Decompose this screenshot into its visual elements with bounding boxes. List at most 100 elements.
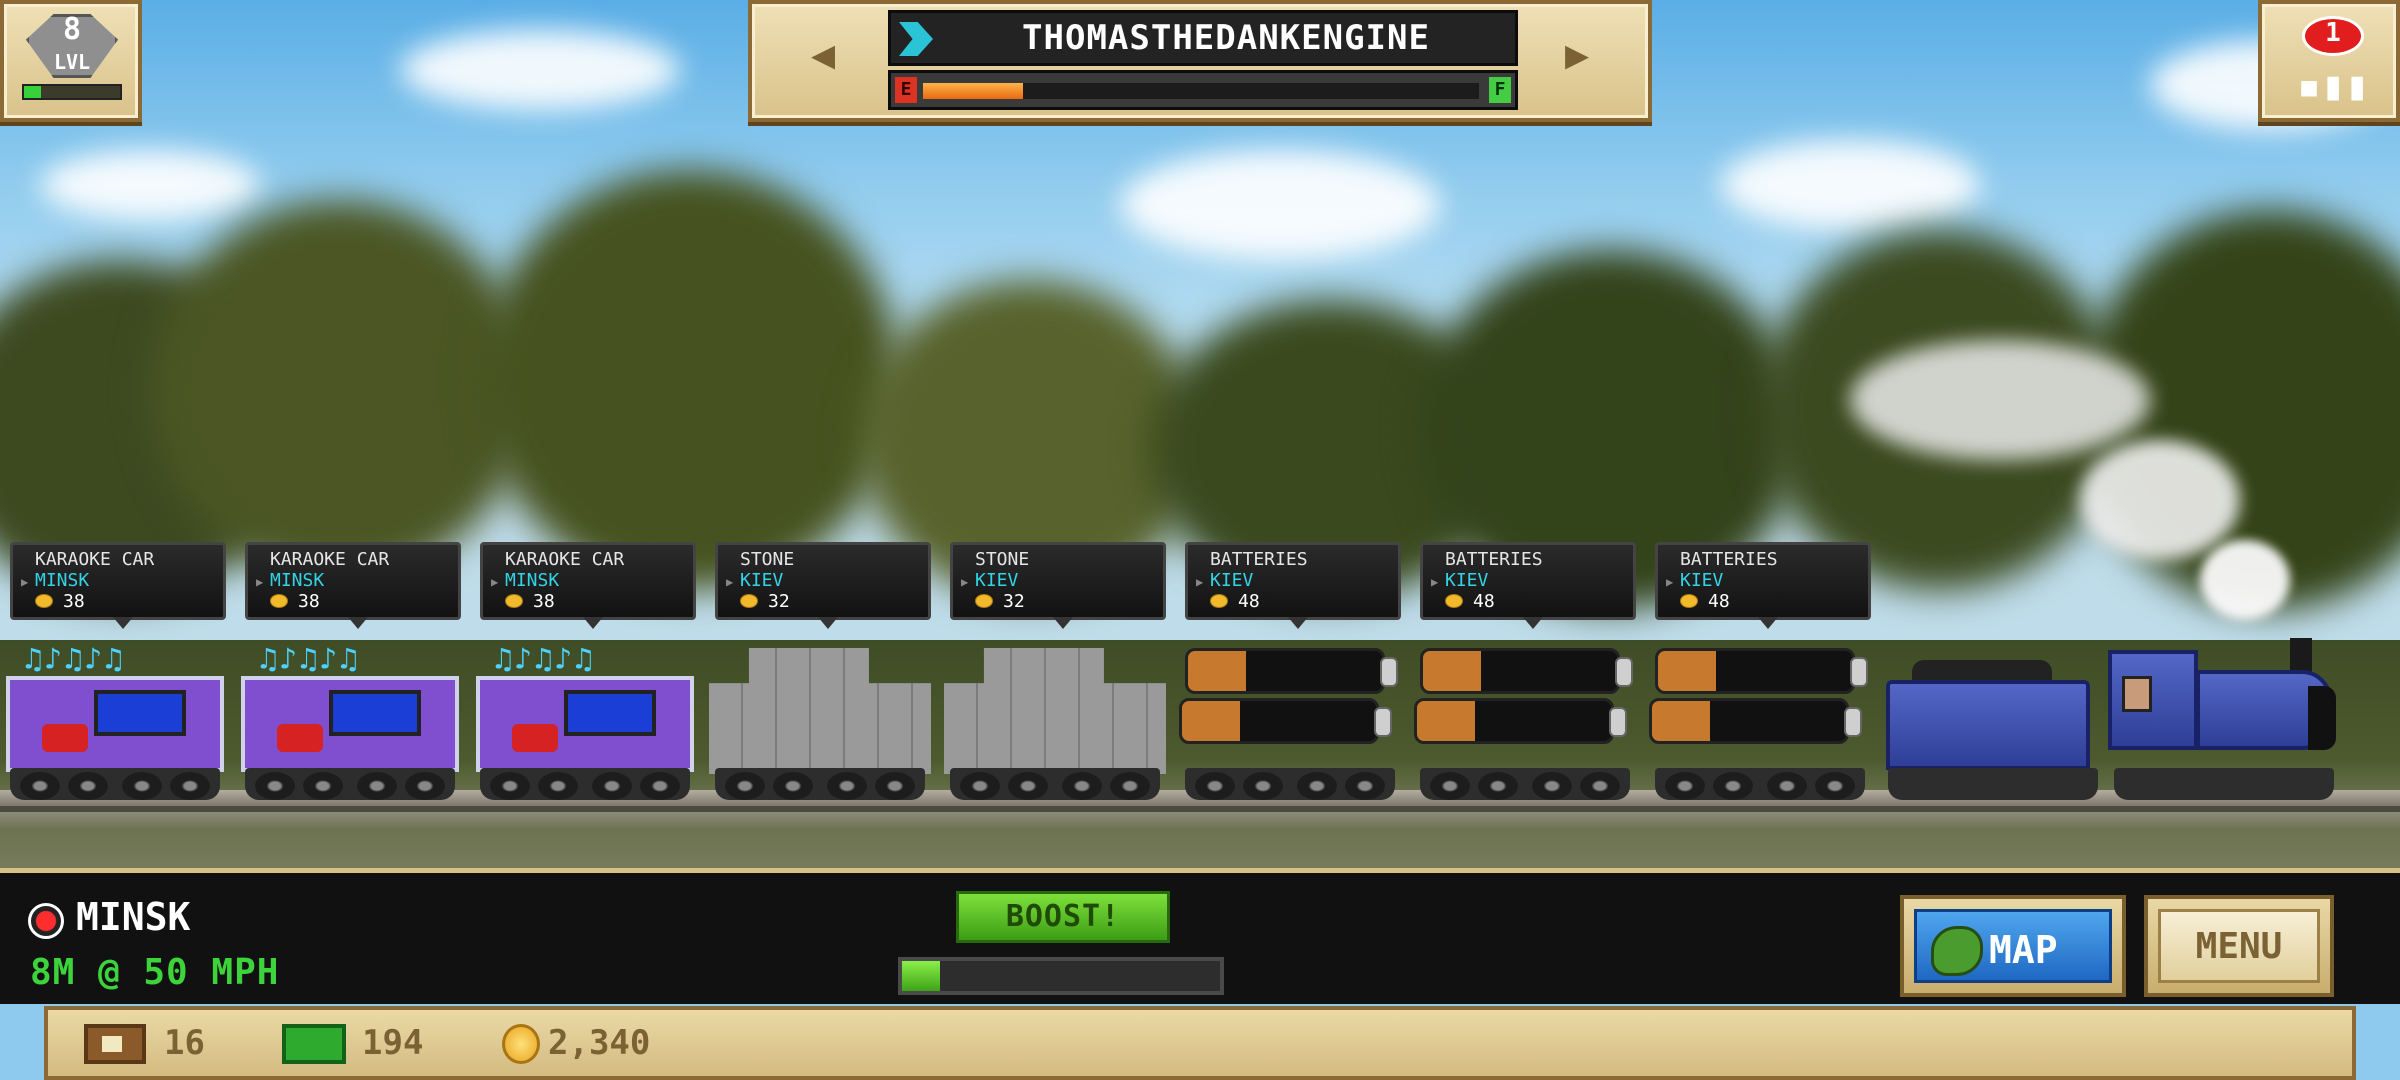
menu-button-face: MENU: [2158, 909, 2320, 983]
car-coins: 48: [1238, 591, 1260, 612]
menu-button[interactable]: MENU: [2144, 895, 2334, 997]
car-destination: MINSK: [35, 570, 90, 591]
previous-train-button[interactable]: ◀: [760, 10, 886, 100]
train-icon: ▪▮▮: [2296, 63, 2370, 109]
car-coins: 32: [768, 591, 790, 612]
car-tag[interactable]: KARAOKE CAR ▶ MINSK 38: [480, 542, 696, 629]
smoke-puff: [2080, 440, 2240, 560]
coal-tender[interactable]: [1882, 660, 2098, 800]
wheel: [1580, 772, 1620, 800]
wheel: [725, 772, 765, 800]
wheel: [357, 772, 397, 800]
boost-button[interactable]: BOOST!: [956, 891, 1170, 943]
karaoke-car[interactable]: ♫♪♫♪♫: [239, 640, 461, 800]
chevron-right-icon: [899, 22, 933, 56]
car-reward: 32: [975, 591, 1025, 612]
battery-cap: [1609, 707, 1627, 737]
stone-car[interactable]: [944, 640, 1166, 800]
stone-car[interactable]: [709, 640, 931, 800]
car-tag[interactable]: STONE ▶ KIEV 32: [950, 542, 1166, 629]
wheel: [405, 772, 445, 800]
status-panel: MINSK 8M @ 50 MPH BOOST! MAP MENU: [0, 868, 2400, 1004]
car-tag[interactable]: STONE ▶ KIEV 32: [715, 542, 931, 629]
crate-count: 16: [164, 1023, 205, 1063]
cash-count: 194: [362, 1023, 424, 1063]
chevron-right-icon: ▶: [256, 575, 264, 589]
wheel: [773, 772, 813, 800]
car-wheels: [715, 768, 925, 800]
car-coins: 32: [1003, 591, 1025, 612]
wheel: [1478, 772, 1518, 800]
boost-progress-fill: [902, 961, 941, 991]
chevron-right-icon: ▶: [1666, 575, 1674, 589]
battery-cap: [1844, 707, 1862, 737]
wheel: [303, 772, 343, 800]
smoke-puff: [2200, 540, 2290, 620]
car-name: BATTERIES: [1210, 549, 1308, 570]
battery-cap: [1380, 657, 1398, 687]
wheel: [1110, 772, 1150, 800]
chevron-right-icon: ▶: [1431, 575, 1439, 589]
car-destination: KIEV: [740, 570, 784, 591]
car-reward: 38: [505, 591, 555, 612]
map-button-face: MAP: [1914, 909, 2112, 983]
karaoke-couch: [42, 724, 88, 752]
level-panel[interactable]: 8 LVL: [0, 0, 142, 122]
notifications-button[interactable]: 1 ▪▮▮: [2258, 0, 2400, 122]
train-selector: ◀ THOMASTHEDANKENGINE E F ▶: [748, 0, 1652, 122]
chevron-right-icon: ▶: [491, 575, 499, 589]
locomotive[interactable]: [2108, 630, 2336, 800]
level-number: 8: [62, 12, 82, 47]
car-reward: 38: [270, 591, 320, 612]
karaoke-car[interactable]: ♫♪♫♪♫: [474, 640, 696, 800]
next-train-button[interactable]: ▶: [1514, 10, 1640, 100]
fuel-gauge: E F: [888, 70, 1518, 110]
car-name: KARAOKE CAR: [270, 549, 390, 570]
car-reward: 48: [1210, 591, 1260, 612]
car-wheels: [245, 768, 455, 800]
car-reward: 38: [35, 591, 85, 612]
car-tag[interactable]: BATTERIES ▶ KIEV 48: [1655, 542, 1871, 629]
train-name: THOMASTHEDANKENGINE: [1022, 18, 1430, 58]
locomotive-cab: [2108, 650, 2198, 750]
car-tag[interactable]: KARAOKE CAR ▶ MINSK 38: [245, 542, 461, 629]
coin-icon: [740, 594, 758, 608]
karaoke-couch: [512, 724, 558, 752]
batteries-car[interactable]: [1414, 640, 1636, 800]
wheel: [122, 772, 162, 800]
wheel: [1195, 772, 1235, 800]
car-tag[interactable]: BATTERIES ▶ KIEV 48: [1420, 542, 1636, 629]
wheel: [170, 772, 210, 800]
tender-wheels: [1888, 768, 2098, 800]
arrow-right-icon: ▶: [1564, 32, 1590, 78]
notification-count: 1: [2325, 18, 2341, 48]
battery-icon: [1649, 698, 1862, 744]
car-destination: MINSK: [505, 570, 560, 591]
battery-cap: [1850, 657, 1868, 687]
car-name: BATTERIES: [1680, 549, 1778, 570]
car-wheels: [1420, 768, 1630, 800]
battery-cap: [1374, 707, 1392, 737]
coin-icon: [270, 594, 288, 608]
tree: [480, 170, 900, 590]
wheel: [1243, 772, 1283, 800]
car-tag[interactable]: BATTERIES ▶ KIEV 48: [1185, 542, 1401, 629]
karaoke-screen: [329, 690, 421, 736]
car-wheels: [1655, 768, 1865, 800]
car-tag[interactable]: KARAOKE CAR ▶ MINSK 38: [10, 542, 226, 629]
engineer-avatar: [2122, 676, 2152, 712]
karaoke-screen: [94, 690, 186, 736]
batteries-car[interactable]: [1649, 640, 1871, 800]
wheel: [1430, 772, 1470, 800]
karaoke-couch: [277, 724, 323, 752]
map-button[interactable]: MAP: [1900, 895, 2126, 997]
car-wheels: [480, 768, 690, 800]
map-globe-icon: [1931, 926, 1983, 976]
car-name: STONE: [740, 549, 795, 570]
coin-count: 2,340: [548, 1023, 651, 1063]
batteries-car[interactable]: [1179, 640, 1401, 800]
car-name: KARAOKE CAR: [35, 549, 155, 570]
karaoke-car[interactable]: ♫♪♫♪♫: [4, 640, 226, 800]
locomotive-chimney: [2290, 638, 2312, 674]
station-marker-icon: [28, 903, 64, 939]
